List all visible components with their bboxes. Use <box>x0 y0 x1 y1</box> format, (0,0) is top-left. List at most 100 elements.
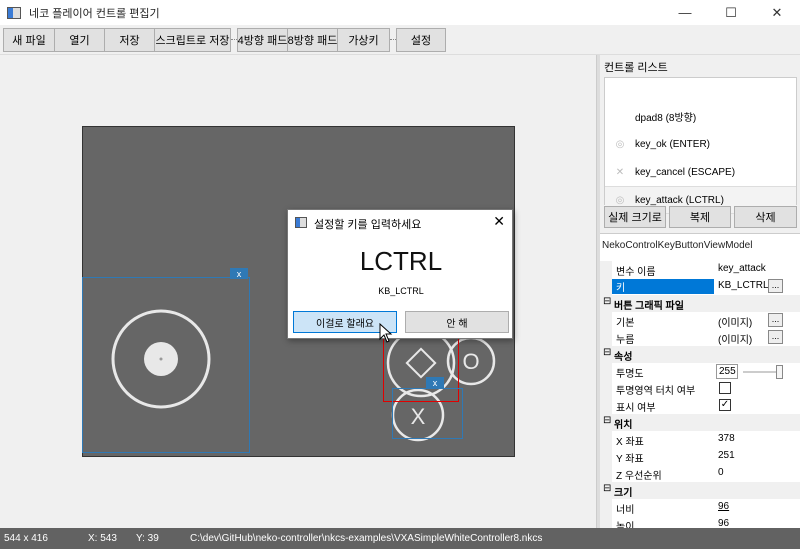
diamond-icon <box>405 347 437 379</box>
close-icon[interactable]: ✕ <box>754 0 800 25</box>
window-controls: — ☐ ✕ <box>662 0 800 25</box>
minimize-icon[interactable]: — <box>662 0 708 25</box>
prop-row-key[interactable]: 키 KB_LCTRL ... <box>600 278 800 295</box>
dpad-remove-badge-label: x <box>237 269 242 279</box>
row-gutter <box>600 278 612 295</box>
row-gutter <box>600 448 612 465</box>
file-path: C:\dev\GitHub\neko-controller\nkcs-examp… <box>190 533 543 544</box>
ellipsis-button[interactable]: ... <box>768 313 783 327</box>
row-gutter <box>600 261 612 278</box>
list-item-label: key_attack (LCTRL) <box>635 194 724 206</box>
settings-button[interactable]: 설정 <box>396 28 446 52</box>
prop-row-default-image[interactable]: 기본 (이미지) ... <box>600 312 800 329</box>
row-gutter <box>600 465 612 482</box>
prop-row-width[interactable]: 너비 96 <box>600 499 800 516</box>
prop-value[interactable]: 96 <box>718 501 729 512</box>
mouse-pointer-icon <box>379 323 393 343</box>
prop-label: 너비 <box>616 505 635 516</box>
actual-size-button[interactable]: 실제 크기로 <box>604 206 666 228</box>
prop-value[interactable]: key_attack <box>718 263 766 274</box>
prop-label: Y 좌표 <box>616 454 644 465</box>
dialog-app-icon <box>295 217 307 228</box>
prop-row-var-name[interactable]: 변수 이름 key_attack <box>600 261 800 278</box>
right-panel: 컨트롤 리스트 dpad8 (8방향) ◎ key_ok (ENTER) ✕ k… <box>600 55 800 533</box>
prop-label: 표시 여부 <box>616 403 656 414</box>
ellipsis-button[interactable]: ... <box>768 279 783 293</box>
prop-category-props[interactable]: ⊟ 속성 <box>600 346 800 363</box>
key-ok-button[interactable] <box>386 328 456 398</box>
virtual-key-button[interactable]: 가상키 <box>337 28 390 52</box>
row-gutter <box>600 363 612 380</box>
key-o-label: O <box>462 349 479 374</box>
prop-row-visible[interactable]: 표시 여부 ✓ <box>600 397 800 414</box>
view-model-name: NekoControlKeyButtonViewModel <box>602 240 753 251</box>
list-item-label: key_ok (ENTER) <box>635 138 711 150</box>
prop-label: 투명영역 터치 여부 <box>616 386 696 397</box>
collapse-icon[interactable]: ⊟ <box>603 415 611 426</box>
save-as-script-button[interactable]: 스크립트로 저장 <box>154 28 231 52</box>
visible-checkbox[interactable]: ✓ <box>719 399 731 411</box>
prop-category-graphic[interactable]: ⊟ 버튼 그래픽 파일 <box>600 295 800 312</box>
cursor-y-readout: Y: 39 <box>136 533 159 544</box>
open-button[interactable]: 열기 <box>54 28 105 52</box>
pressed-key-code: KB_LCTRL <box>378 286 424 296</box>
transparent-touch-checkbox[interactable] <box>719 382 731 394</box>
ellipsis-button[interactable]: ... <box>768 330 783 344</box>
control-list: dpad8 (8방향) ◎ key_ok (ENTER) ✕ key_cance… <box>604 77 797 214</box>
opacity-input[interactable]: 255 <box>716 364 738 379</box>
category-label: 버튼 그래픽 파일 <box>614 301 684 312</box>
row-gutter <box>600 431 612 448</box>
prop-row-transparent-touch[interactable]: 투명영역 터치 여부 <box>600 380 800 397</box>
save-button[interactable]: 저장 <box>104 28 155 52</box>
attack-button-icon: ◎ <box>615 194 625 206</box>
canvas-size-readout: 544 x 416 <box>4 533 48 544</box>
row-gutter <box>600 499 612 516</box>
prop-category-size[interactable]: ⊟ 크기 <box>600 482 800 499</box>
dpad-center-dot <box>159 357 163 361</box>
key-input-dialog: 설정할 키를 입력하세요 ✕ LCTRL KB_LCTRL 이걸로 할래요 안 … <box>287 209 513 339</box>
pressed-key-name: LCTRL <box>359 246 443 276</box>
dialog-close-icon[interactable]: ✕ <box>493 213 505 230</box>
collapse-icon[interactable]: ⊟ <box>603 347 611 358</box>
attack-remove-badge-label: x <box>433 378 438 388</box>
prop-row-z[interactable]: Z 우선순위 0 <box>600 465 800 482</box>
list-item[interactable]: dpad8 (8방향) <box>605 102 796 130</box>
prop-value[interactable]: (이미지) <box>718 331 752 346</box>
status-bar: 544 x 416 X: 543 Y: 39 C:\dev\GitHub\nek… <box>0 528 800 549</box>
prop-row-opacity[interactable]: 투명도 255 <box>600 363 800 380</box>
collapse-icon[interactable]: ⊟ <box>603 296 611 307</box>
prop-label: 기본 <box>616 318 635 329</box>
duplicate-button[interactable]: 복제 <box>669 206 731 228</box>
prop-row-y[interactable]: Y 좌표 251 <box>600 448 800 465</box>
property-grid: NekoControlKeyButtonViewModel 변수 이름 key_… <box>600 233 800 533</box>
list-item[interactable]: ✕ key_cancel (ESCAPE) <box>605 158 796 186</box>
list-item[interactable]: ◎ key_ok (ENTER) <box>605 130 796 158</box>
dpad8-button[interactable]: 8방향 패드 <box>287 28 338 52</box>
title-bar: 네코 플레이어 컨트롤 편집기 — ☐ ✕ <box>0 0 800 25</box>
toolbar: 새 파일 열기 저장 스크립트로 저장 4방향 패드 8방향 패드 가상키 설정 <box>0 25 800 55</box>
cancel-button[interactable]: 안 해 <box>405 311 509 333</box>
row-gutter <box>600 380 612 397</box>
prop-value[interactable]: 251 <box>718 450 735 461</box>
prop-category-position[interactable]: ⊟ 위치 <box>600 414 800 431</box>
new-file-button[interactable]: 새 파일 <box>3 28 55 52</box>
opacity-slider-thumb[interactable] <box>776 365 783 379</box>
prop-row-x[interactable]: X 좌표 378 <box>600 431 800 448</box>
ok-button-icon: ◎ <box>615 138 625 150</box>
dpad4-button[interactable]: 4방향 패드 <box>237 28 288 52</box>
window-title: 네코 플레이어 컨트롤 편집기 <box>29 7 160 20</box>
category-label: 크기 <box>614 488 633 499</box>
prop-value[interactable]: KB_LCTRL <box>718 280 769 291</box>
delete-button[interactable]: 삭제 <box>734 206 797 228</box>
maximize-icon[interactable]: ☐ <box>708 0 754 25</box>
cursor-x-readout: X: 543 <box>88 533 117 544</box>
prop-value[interactable]: 0 <box>718 467 724 478</box>
prop-row-pressed-image[interactable]: 누름 (이미지) ... <box>600 329 800 346</box>
prop-label: 누름 <box>616 335 635 346</box>
app-icon <box>7 6 21 19</box>
prop-label: 투명도 <box>616 369 644 380</box>
collapse-icon[interactable]: ⊟ <box>603 483 611 494</box>
prop-value[interactable]: (이미지) <box>718 314 752 329</box>
prop-value[interactable]: 378 <box>718 433 735 444</box>
category-label: 위치 <box>614 420 633 431</box>
